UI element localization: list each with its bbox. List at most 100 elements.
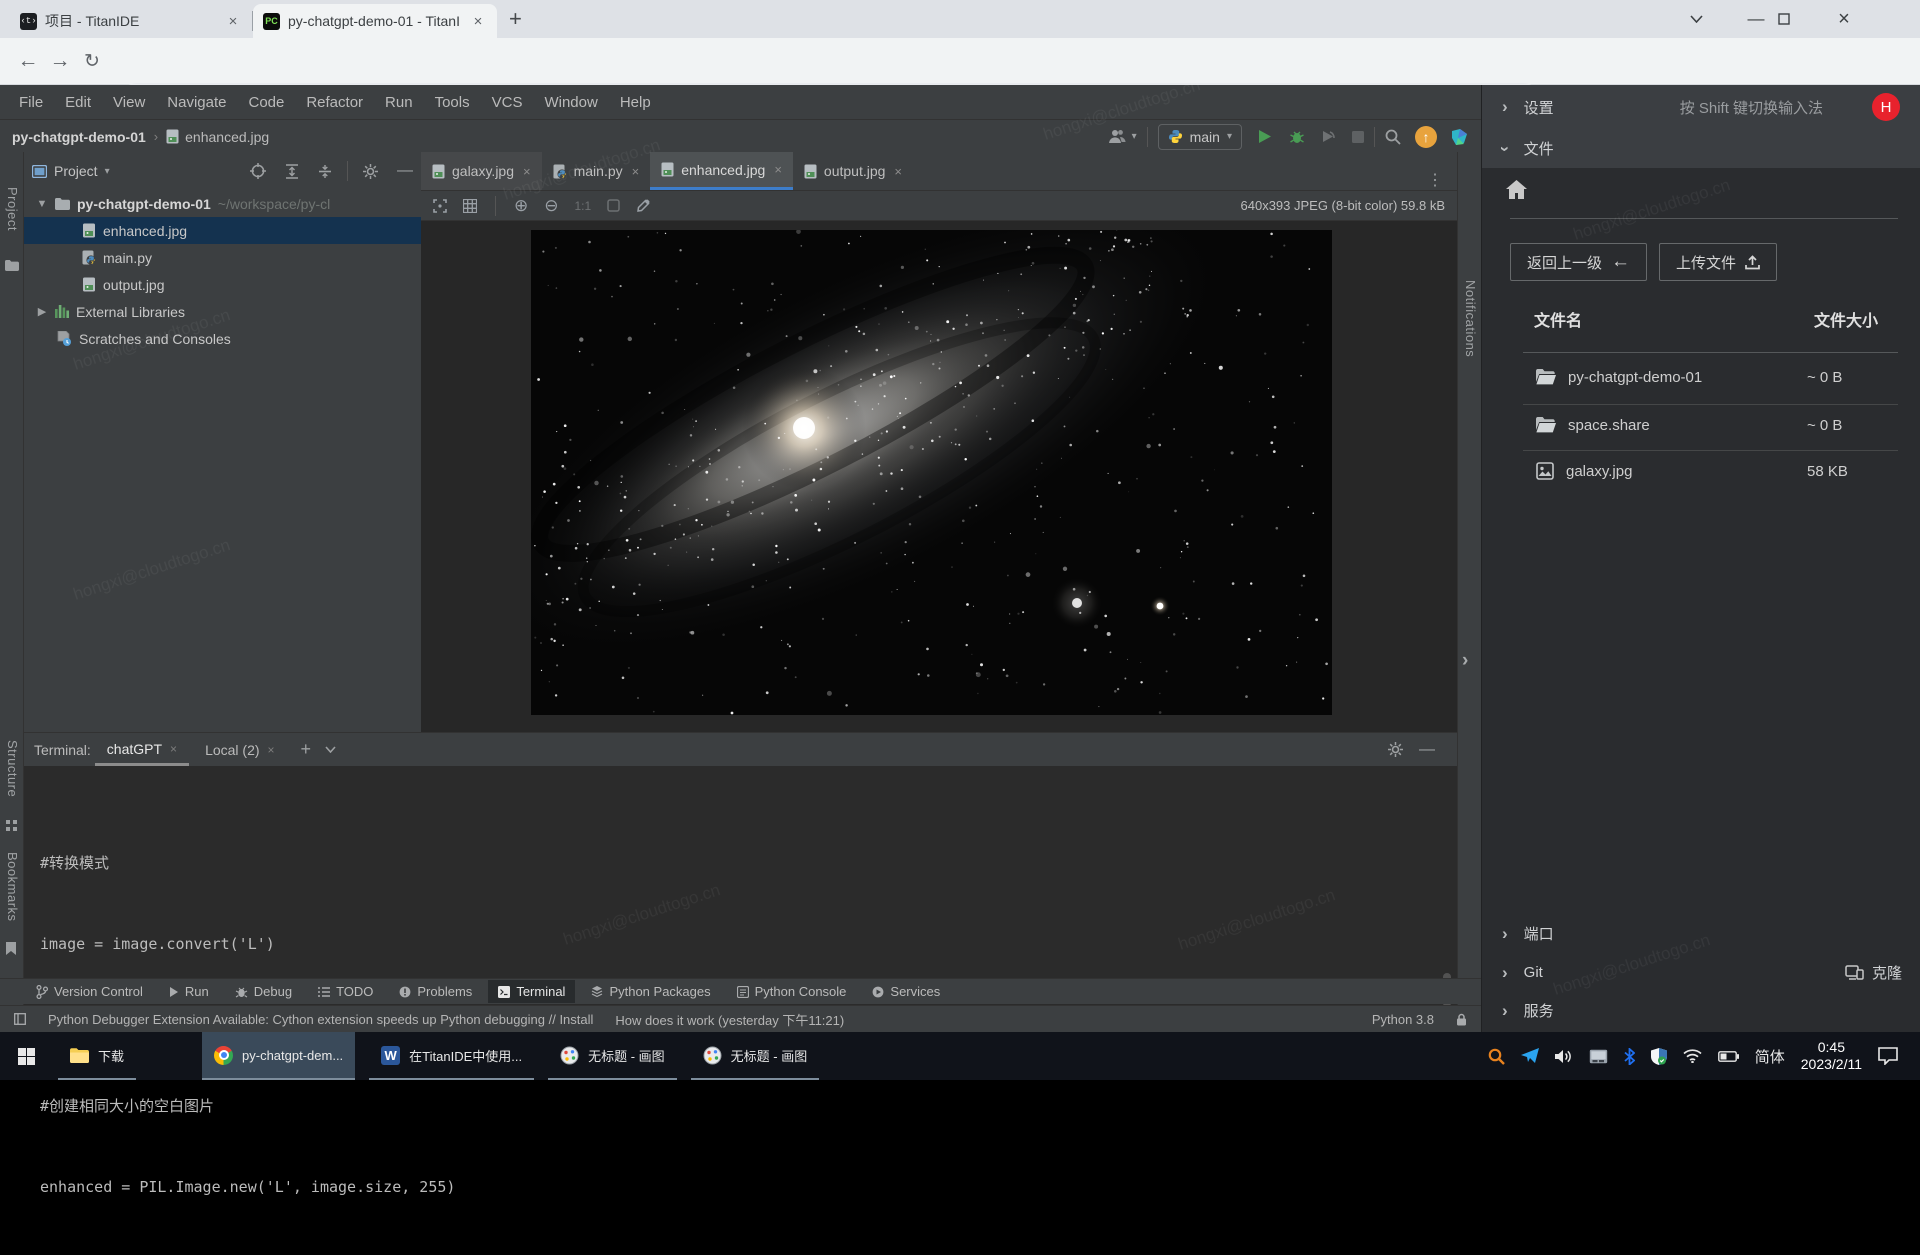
new-terminal-button[interactable]: + — [291, 739, 322, 760]
back-icon[interactable]: ← — [12, 49, 44, 73]
menu-refactor[interactable]: Refactor — [297, 90, 372, 115]
window-minimize-button[interactable]: — — [1734, 9, 1778, 29]
run-button[interactable] — [1258, 129, 1272, 144]
git-section-header[interactable]: › Git 克隆 — [1502, 962, 1902, 983]
clone-button[interactable]: 克隆 — [1845, 962, 1902, 983]
toolwindow-debug[interactable]: Debug — [225, 980, 302, 1003]
menu-navigate[interactable]: Navigate — [158, 90, 235, 115]
tool-strip-bookmarks[interactable]: Bookmarks — [5, 852, 20, 927]
tool-strip-project[interactable]: Project — [5, 187, 20, 236]
tray-notifications-icon[interactable] — [1878, 1047, 1898, 1065]
window-maximize-button[interactable] — [1778, 13, 1822, 25]
file-row-space-share[interactable]: space.share ~ 0 B — [1536, 409, 1878, 441]
locate-file-icon[interactable] — [250, 163, 266, 179]
tab-close-icon[interactable]: × — [224, 12, 242, 30]
back-parent-button[interactable]: 返回上一级 ← — [1510, 243, 1648, 281]
taskbar-app-paint-2[interactable]: 无标题 - 画图 — [690, 1032, 820, 1080]
menu-tools[interactable]: Tools — [426, 90, 479, 115]
run-configuration-select[interactable]: main ▾ — [1157, 123, 1242, 150]
file-row-galaxy[interactable]: galaxy.jpg 58 KB — [1536, 455, 1878, 487]
start-button[interactable] — [0, 1032, 52, 1080]
file-row-project[interactable]: py-chatgpt-demo-01 ~ 0 B — [1536, 361, 1878, 393]
terminal-tab-local[interactable]: Local (2) × — [193, 735, 286, 764]
editor-tab-main-py[interactable]: main.py × — [542, 152, 651, 190]
tab-close-icon[interactable]: × — [632, 164, 640, 179]
taskbar-app-word[interactable]: W 在TitanIDE中使用... — [369, 1032, 535, 1080]
toolwindow-python-console[interactable]: Python Console — [727, 980, 857, 1003]
taskbar-app-paint-1[interactable]: 无标题 - 画图 — [548, 1032, 677, 1080]
status-message[interactable]: Python Debugger Extension Available: Cyt… — [48, 1012, 593, 1027]
expand-all-icon[interactable] — [285, 163, 299, 179]
menu-window[interactable]: Window — [535, 90, 606, 115]
tab-search-chevron-icon[interactable] — [1690, 15, 1734, 23]
tab-close-icon[interactable]: × — [894, 164, 902, 179]
menu-vcs[interactable]: VCS — [483, 90, 532, 115]
toolwindow-version-control[interactable]: Version Control — [26, 980, 153, 1003]
browser-tab-pycharm[interactable]: PC py-chatgpt-demo-01 - TitanID × — [253, 4, 497, 38]
tray-display-icon[interactable] — [1589, 1049, 1608, 1064]
terminal-tab-chatgpt[interactable]: chatGPT × — [94, 734, 190, 766]
terminal-settings-gear-icon[interactable] — [1388, 742, 1403, 757]
expand-twisty-icon[interactable]: ▶ — [36, 305, 48, 318]
zoom-out-icon[interactable]: ⊖ — [544, 196, 558, 216]
collapse-twisty-icon[interactable]: ▼ — [36, 198, 48, 210]
project-panel-title[interactable]: Project — [54, 163, 98, 179]
taskbar-app-downloads[interactable]: 下载 — [58, 1032, 137, 1080]
toolwindow-services[interactable]: Services — [862, 980, 950, 1003]
column-header-name[interactable]: 文件名 — [1534, 307, 1582, 331]
editor-tab-enhanced[interactable]: enhanced.jpg × — [650, 152, 793, 190]
settings-gear-icon[interactable] — [363, 163, 378, 179]
services-section-header[interactable]: › 服务 — [1502, 1000, 1554, 1021]
color-picker-icon[interactable] — [636, 198, 650, 213]
tree-item-output[interactable]: output.jpg — [24, 271, 421, 298]
tool-strip-notifications[interactable]: Notifications — [1463, 280, 1478, 362]
editor-tab-galaxy[interactable]: galaxy.jpg × — [421, 152, 542, 190]
hide-terminal-icon[interactable]: — — [1419, 741, 1435, 759]
galaxy-image[interactable] — [531, 230, 1332, 715]
files-section-header[interactable]: › 文件 — [1482, 129, 1920, 168]
ports-section-header[interactable]: › 端口 — [1502, 923, 1554, 944]
tab-close-icon[interactable]: × — [170, 742, 177, 756]
menu-view[interactable]: View — [104, 90, 154, 115]
menu-help[interactable]: Help — [611, 90, 660, 115]
taskbar-app-chrome[interactable]: py-chatgpt-dem... — [202, 1032, 356, 1080]
tray-defender-icon[interactable] — [1650, 1047, 1667, 1065]
python-interpreter[interactable]: Python 3.8 — [1372, 1012, 1434, 1027]
tab-options-dots-icon[interactable]: ⋮ — [1413, 170, 1457, 190]
breadcrumb-file[interactable]: enhanced.jpg — [185, 129, 269, 145]
settings-section-header[interactable]: › 设置 按 Shift 键切换输入法 H — [1482, 85, 1920, 129]
toolwindow-terminal[interactable]: Terminal — [488, 980, 576, 1003]
search-everywhere-icon[interactable] — [1385, 129, 1401, 145]
menu-edit[interactable]: Edit — [56, 90, 100, 115]
lock-icon[interactable] — [1456, 1013, 1467, 1026]
home-icon[interactable] — [1506, 180, 1527, 199]
toolwindow-toggle-icon[interactable] — [14, 1013, 26, 1025]
tree-item-main-py[interactable]: main.py — [24, 244, 421, 271]
menu-run[interactable]: Run — [376, 90, 422, 115]
terminal-dropdown-chevron-icon[interactable] — [325, 746, 336, 753]
expand-panel-chevron-icon[interactable]: › — [1462, 650, 1468, 672]
toolwindow-problems[interactable]: Problems — [389, 980, 482, 1003]
tree-item-enhanced[interactable]: enhanced.jpg — [24, 217, 421, 244]
upload-file-button[interactable]: 上传文件 — [1659, 243, 1778, 281]
tab-close-icon[interactable]: × — [523, 164, 531, 179]
tray-wifi-icon[interactable] — [1683, 1049, 1702, 1063]
breadcrumb-project[interactable]: py-chatgpt-demo-01 — [12, 129, 146, 145]
upgrade-icon[interactable]: ↑ — [1415, 125, 1437, 148]
hide-panel-icon[interactable]: — — [397, 162, 413, 180]
tray-plane-icon[interactable] — [1520, 1048, 1539, 1064]
assistant-gem-icon[interactable] — [1450, 128, 1469, 146]
tray-search-icon[interactable] — [1488, 1048, 1505, 1065]
menu-file[interactable]: File — [10, 90, 52, 115]
tree-item-scratches[interactable]: Scratches and Consoles — [24, 325, 421, 352]
editor-tab-output[interactable]: output.jpg × — [793, 152, 913, 190]
window-close-button[interactable]: × — [1822, 8, 1866, 31]
tray-ime-label[interactable]: 简体 — [1755, 1046, 1785, 1067]
tool-strip-structure[interactable]: Structure — [5, 740, 20, 802]
grid-icon[interactable] — [463, 198, 477, 213]
tab-close-icon[interactable]: × — [469, 12, 487, 30]
debug-button[interactable] — [1289, 129, 1305, 144]
collapse-all-icon[interactable] — [318, 164, 332, 179]
tray-clock[interactable]: 0:45 2023/2/11 — [1801, 1039, 1862, 1073]
forward-icon[interactable]: → — [44, 49, 76, 73]
